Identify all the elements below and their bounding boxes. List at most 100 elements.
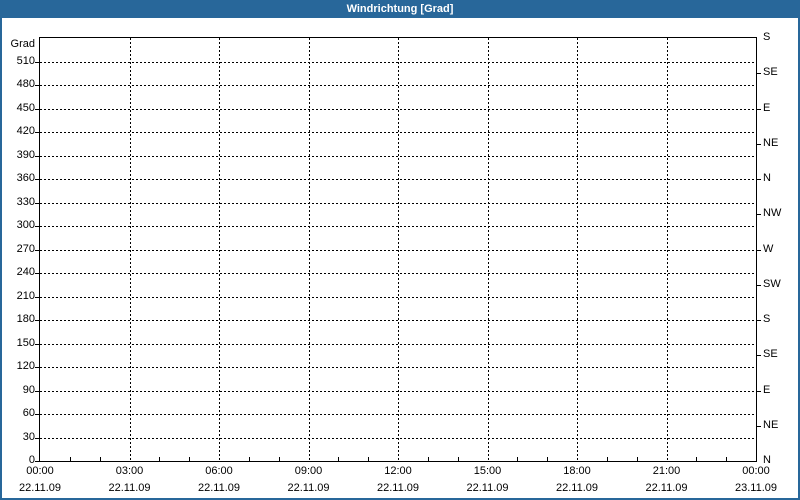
- x-date-label: 22.11.09: [108, 482, 151, 494]
- v-gridline: [219, 38, 220, 461]
- y-tick-mark: [35, 156, 39, 157]
- v-gridline: [129, 38, 131, 461]
- y-tick-mark: [35, 344, 39, 345]
- y-tick-mark: [35, 203, 39, 204]
- x-date-label: 22.11.09: [555, 482, 599, 494]
- x-time-label: 21:00: [652, 465, 681, 477]
- v-gridline: [308, 38, 310, 461]
- y-tick-label: 180: [16, 313, 35, 325]
- right-axis-compass-label: SW: [763, 277, 781, 290]
- right-axis-compass-label: NE: [763, 418, 779, 431]
- x-date-label: 22.11.09: [18, 482, 62, 494]
- x-time-label: 09:00: [294, 465, 323, 477]
- y-tick-label: 390: [16, 148, 35, 161]
- y-tick-mark: [35, 273, 39, 274]
- y-tick-mark: [35, 179, 39, 180]
- y-tick-mark: [35, 438, 39, 439]
- x-date-label: 22.11.09: [376, 482, 420, 494]
- window-title: Windrichtung [Grad]: [346, 3, 454, 15]
- x-minor-tick: [427, 457, 429, 461]
- window-titlebar: Windrichtung [Grad]: [0, 0, 800, 18]
- right-axis-compass-label: SE: [763, 66, 778, 79]
- right-axis-compass-label: SE: [763, 348, 778, 361]
- y-tick-mark: [35, 320, 39, 321]
- x-minor-tick: [517, 457, 519, 461]
- y-tick-label: 90: [22, 383, 35, 396]
- x-minor-tick: [696, 457, 698, 461]
- x-date-label: 22.11.09: [466, 482, 509, 494]
- plot-area: [39, 37, 757, 462]
- x-date-label: 22.11.09: [287, 482, 330, 494]
- right-axis-compass-label: NE: [763, 136, 779, 149]
- x-minor-tick: [248, 457, 250, 461]
- x-minor-tick: [278, 457, 280, 461]
- y-tick-mark: [35, 414, 39, 415]
- y-tick-mark: [35, 461, 39, 462]
- v-gridline: [577, 38, 578, 461]
- x-minor-tick: [606, 457, 608, 461]
- y-axis-unit-label: Grad: [10, 38, 35, 50]
- v-gridline: [398, 38, 399, 461]
- right-tick-mark: [757, 426, 761, 427]
- y-tick-label: 30: [22, 430, 35, 443]
- x-minor-tick: [338, 457, 340, 461]
- v-gridline: [666, 38, 668, 461]
- x-date-label: 22.11.09: [197, 482, 241, 494]
- y-tick-label: 150: [16, 336, 35, 349]
- y-tick-label: 420: [16, 125, 35, 137]
- right-tick-mark: [757, 285, 761, 286]
- x-minor-tick: [547, 457, 549, 461]
- x-time-label: 18:00: [563, 465, 591, 477]
- x-minor-tick: [368, 457, 370, 461]
- right-tick-mark: [757, 250, 761, 251]
- y-tick-label: 480: [16, 78, 35, 90]
- x-minor-tick: [457, 457, 459, 461]
- right-axis-compass-label: S: [763, 313, 771, 325]
- x-minor-tick: [159, 457, 161, 461]
- right-axis-compass-label: W: [763, 242, 774, 255]
- right-tick-mark: [757, 355, 761, 356]
- right-tick-mark: [757, 144, 761, 145]
- y-tick-mark: [35, 250, 39, 251]
- right-axis-compass-label: NW: [763, 207, 782, 220]
- y-tick-label: 510: [16, 54, 35, 67]
- right-tick-mark: [757, 391, 761, 392]
- chart-page: Windrichtung [Grad] Grad 510 480 450 420 390…: [0, 0, 800, 500]
- right-tick-mark: [757, 109, 761, 110]
- right-axis-compass-label: E: [763, 101, 771, 114]
- y-tick-mark: [35, 391, 39, 392]
- y-tick-mark: [35, 367, 39, 368]
- x-time-label: 03:00: [115, 465, 144, 477]
- y-tick-label: 210: [16, 289, 35, 302]
- y-tick-mark: [35, 62, 39, 63]
- y-tick-label: 330: [16, 195, 35, 208]
- y-tick-label: 450: [16, 101, 35, 114]
- x-time-label: 15:00: [473, 465, 502, 477]
- x-time-label: 12:00: [384, 465, 412, 477]
- y-tick-mark: [35, 297, 39, 298]
- right-axis-compass-label: N: [763, 172, 771, 184]
- x-time-label: 00:00: [742, 465, 770, 477]
- x-time-label: 00:00: [26, 465, 54, 477]
- right-tick-mark: [757, 73, 761, 74]
- right-tick-mark: [757, 320, 761, 321]
- right-tick-mark: [757, 214, 761, 215]
- x-minor-tick: [189, 457, 191, 461]
- x-minor-tick: [69, 457, 71, 461]
- y-tick-label: 300: [16, 219, 35, 231]
- x-minor-tick: [726, 457, 728, 461]
- y-tick-label: 120: [16, 360, 35, 372]
- x-minor-tick: [636, 457, 638, 461]
- y-tick-label: 240: [16, 266, 35, 278]
- y-tick-label: 270: [16, 242, 35, 255]
- y-tick-mark: [35, 226, 39, 227]
- x-date-label: 22.11.09: [645, 482, 688, 494]
- right-axis-compass-label: E: [763, 383, 771, 396]
- y-tick-mark: [35, 109, 39, 110]
- v-gridline: [487, 38, 489, 461]
- right-axis-compass-label: S: [763, 31, 771, 43]
- y-tick-mark: [35, 132, 39, 133]
- right-tick-mark: [757, 179, 761, 180]
- x-date-label: 23.11.09: [734, 482, 778, 494]
- y-tick-label: 60: [22, 407, 35, 419]
